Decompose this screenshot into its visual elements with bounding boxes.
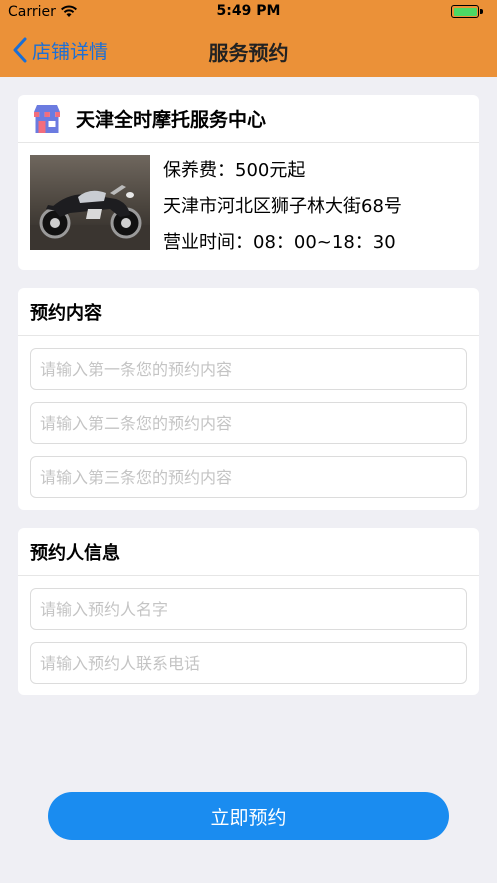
- business-hours: 营业时间：08：00~18：30: [163, 232, 396, 253]
- maintenance-fee: 保养费：500元起: [163, 160, 306, 181]
- motorcycle-photo: [30, 155, 150, 250]
- store-icon: [34, 104, 60, 133]
- content-input-1[interactable]: [30, 348, 467, 390]
- appointment-content-card: 预约内容: [18, 288, 479, 510]
- book-now-button[interactable]: 立即预约: [48, 792, 449, 840]
- phone-input[interactable]: [30, 642, 467, 684]
- shop-header: 天津全时摩托服务中心: [18, 95, 479, 143]
- shop-address: 天津市河北区狮子林大街68号: [163, 196, 402, 217]
- clock-time: 5:49 PM: [216, 3, 281, 19]
- battery-tip: [480, 9, 483, 14]
- page-title: 服务预约: [208, 41, 289, 65]
- shop-info: 保养费：500元起 天津市河北区狮子林大街68号 营业时间：08：00~18：3…: [163, 153, 402, 261]
- section-title-content: 预约内容: [18, 288, 479, 336]
- content-input-2[interactable]: [30, 402, 467, 444]
- shop-body: 保养费：500元起 天津市河北区狮子林大街68号 营业时间：08：00~18：3…: [18, 143, 479, 269]
- motorcycle-image: [30, 155, 150, 250]
- person-info-card: 预约人信息: [18, 528, 479, 695]
- shop-name: 天津全时摩托服务中心: [76, 109, 267, 131]
- navigation-bar: Carrier 5:49 PM 店铺详情 服务预约: [0, 0, 497, 77]
- name-input[interactable]: [30, 588, 467, 630]
- section-title-person: 预约人信息: [18, 528, 479, 576]
- content-input-3[interactable]: [30, 456, 467, 498]
- battery-icon: [451, 5, 479, 18]
- shop-card: 天津全时摩托服务中心 保养费：500元起 天津市河北区狮子林大街68号 营业时间…: [18, 95, 479, 270]
- status-bar: Carrier 5:49 PM: [0, 0, 497, 26]
